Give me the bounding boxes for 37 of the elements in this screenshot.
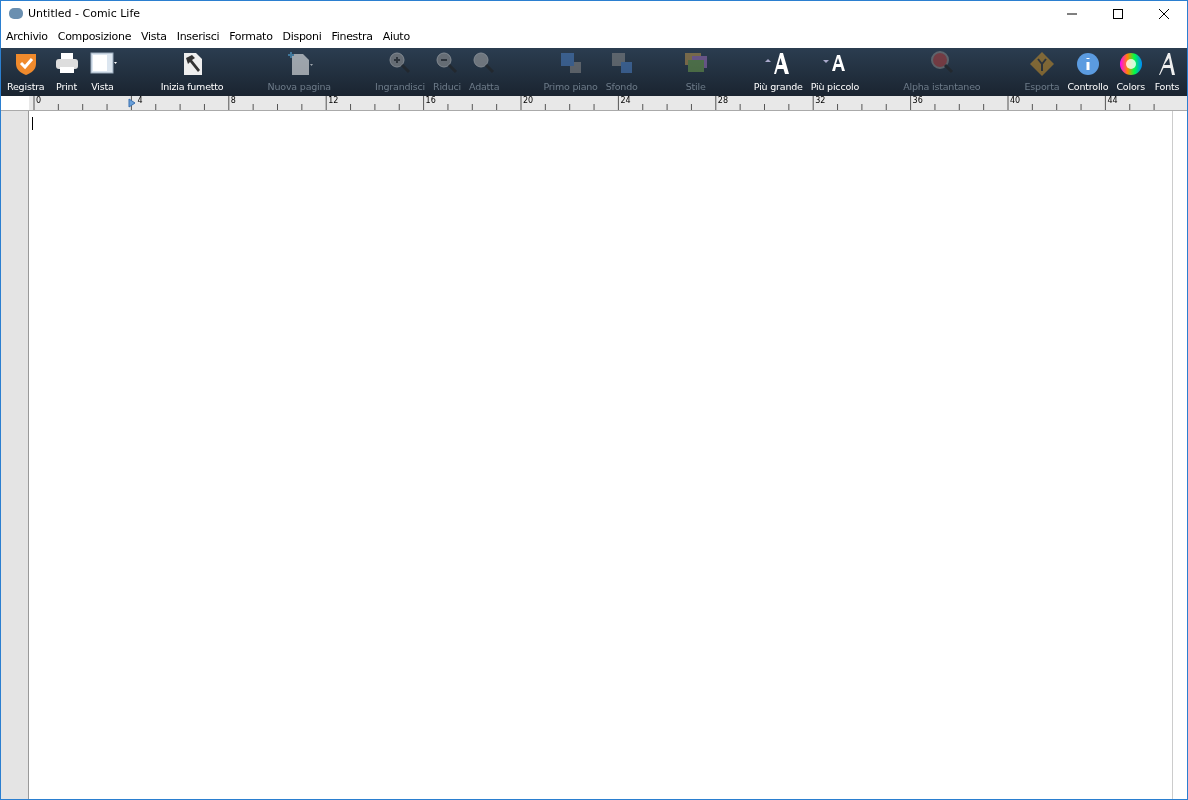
- menu-item[interactable]: Vista: [141, 30, 167, 43]
- toolbar-button[interactable]: Inizia fumetto: [158, 48, 226, 96]
- toolbar-button[interactable]: Fonts: [1150, 48, 1183, 96]
- ruler-label: 20: [523, 96, 534, 105]
- close-icon[interactable]: [1158, 7, 1170, 20]
- ruler-corner: [1, 96, 29, 110]
- toolbar-button[interactable]: Registra: [5, 48, 47, 96]
- new-page-icon: [285, 50, 314, 78]
- menu-item[interactable]: Composizione: [57, 30, 132, 43]
- ruler-label: 44: [1107, 96, 1118, 105]
- maximize-icon[interactable]: [1112, 7, 1124, 20]
- ruler-label: 32: [815, 96, 826, 105]
- menu-item[interactable]: Disponi: [282, 30, 322, 43]
- ruler-label: 40: [1010, 96, 1021, 105]
- window-title: Untitled - Comic Life: [28, 7, 141, 20]
- menu-item[interactable]: Finestra: [331, 30, 373, 43]
- menu-item[interactable]: Formato: [229, 30, 273, 43]
- toolbar-button[interactable]: Controllo: [1065, 48, 1111, 96]
- tab-stop-icon[interactable]: [128, 98, 136, 108]
- ruler-label: 28: [717, 96, 728, 105]
- ruler-label: 0: [36, 96, 42, 105]
- text-cursor: [32, 117, 33, 130]
- toolbar-button[interactable]: Colors: [1114, 48, 1147, 96]
- ruler-label: 12: [328, 96, 339, 105]
- toolbar-button[interactable]: Più grande: [751, 48, 805, 96]
- ruler-label: 16: [425, 96, 436, 105]
- ruler-label: 24: [620, 96, 631, 105]
- app-icon: [9, 8, 23, 19]
- ruler-label: 4: [137, 96, 143, 105]
- toolbar-button[interactable]: Più piccolo: [808, 48, 862, 96]
- menu-item[interactable]: Archivio: [6, 30, 48, 43]
- toolbar-button[interactable]: Vista: [86, 48, 119, 96]
- ruler-label: 36: [912, 96, 923, 105]
- menu-item[interactable]: Aiuto: [382, 30, 410, 43]
- menu-item[interactable]: Inserisci: [176, 30, 220, 43]
- toolbar-button[interactable]: Print: [50, 48, 83, 96]
- ruler-label: 8: [230, 96, 236, 105]
